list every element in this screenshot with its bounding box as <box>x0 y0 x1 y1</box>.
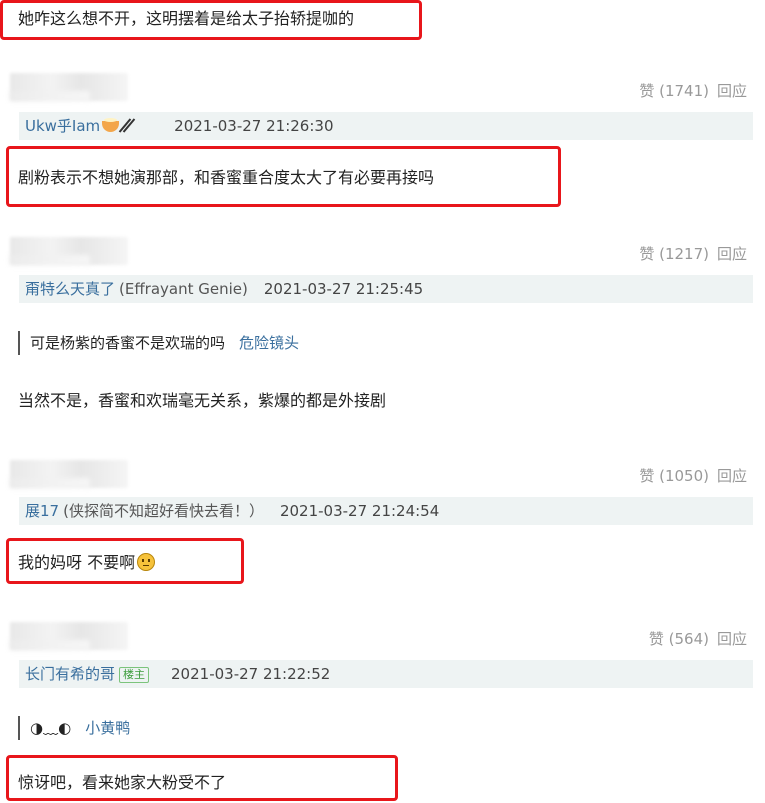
like-button[interactable]: 赞 (1217) <box>639 245 709 263</box>
op-badge: 楼主 <box>119 666 150 683</box>
user-bar: 甭特么天真了 (Effrayant Genie) 2021-03-27 21:25:… <box>19 275 753 303</box>
comment-text: 剧粉表示不想她演那部，和香蜜重合度太大了有必要再接吗 <box>18 168 435 187</box>
comment-text: 惊讶吧，看来她家大粉受不了 <box>18 773 227 792</box>
avatar <box>10 73 128 101</box>
reply-button[interactable]: 回应 <box>717 245 747 263</box>
avatar <box>10 460 128 488</box>
like-button[interactable]: 赞 (1741) <box>639 82 709 100</box>
speechless-face-emoji-icon <box>137 553 156 571</box>
avatar <box>10 622 128 650</box>
comment-text-top: 她咋这么想不开，这明摆着是给太子抬轿提咖的 <box>18 9 355 28</box>
comment-text: 当然不是，香蜜和欢瑞毫无关系，紫爆的都是外接剧 <box>18 391 387 410</box>
username-link[interactable]: 甭特么天真了 <box>25 280 115 298</box>
quoted-reply: ◑﹏◐ 小黄鸭 <box>18 716 130 740</box>
post-meta: 赞 (1050) 回应 <box>631 465 747 486</box>
post-meta: 赞 (1217) 回应 <box>631 243 747 264</box>
like-button[interactable]: 赞 (564) <box>649 630 709 648</box>
quoted-reply: 可是杨紫的香蜜不是欢瑞的吗 危险镜头 <box>18 331 299 355</box>
quoted-author-link[interactable]: 危险镜头 <box>239 334 299 352</box>
chopsticks-emoji-icon <box>120 118 136 134</box>
username-link[interactable]: 展17 <box>25 502 59 520</box>
reply-button[interactable]: 回应 <box>717 82 747 100</box>
timestamp: 2021-03-27 21:26:30 <box>174 117 334 135</box>
user-signature: (Effrayant Genie) <box>119 280 248 298</box>
post-meta: 赞 (1741) 回应 <box>631 80 747 101</box>
quoted-text: 可是杨紫的香蜜不是欢瑞的吗 <box>30 334 226 352</box>
user-signature: (侠探简不知超好看快去看！） <box>63 502 264 520</box>
user-bar: 长门有希的哥 楼主 2021-03-27 21:22:52 <box>19 660 753 688</box>
timestamp: 2021-03-27 21:22:52 <box>171 665 331 683</box>
user-bar: Ukw乎Iam 2021-03-27 21:26:30 <box>19 112 753 140</box>
avatar <box>10 237 128 265</box>
timestamp: 2021-03-27 21:24:54 <box>279 502 440 520</box>
username-link[interactable]: Ukw乎Iam <box>25 117 100 135</box>
quoted-author-link[interactable]: 小黄鸭 <box>85 719 130 737</box>
quoted-text: ◑﹏◐ <box>30 719 72 737</box>
username-link[interactable]: 长门有希的哥 <box>25 665 115 683</box>
timestamp: 2021-03-27 21:25:45 <box>263 280 424 298</box>
like-button[interactable]: 赞 (1050) <box>639 467 709 485</box>
post-meta: 赞 (564) 回应 <box>641 628 747 649</box>
reply-button[interactable]: 回应 <box>717 467 747 485</box>
bowl-emoji-icon <box>102 118 120 132</box>
reply-button[interactable]: 回应 <box>717 630 747 648</box>
comment-text: 我的妈呀 不要啊 <box>18 549 156 573</box>
user-bar: 展17 (侠探简不知超好看快去看！） 2021-03-27 21:24:54 <box>19 497 753 525</box>
